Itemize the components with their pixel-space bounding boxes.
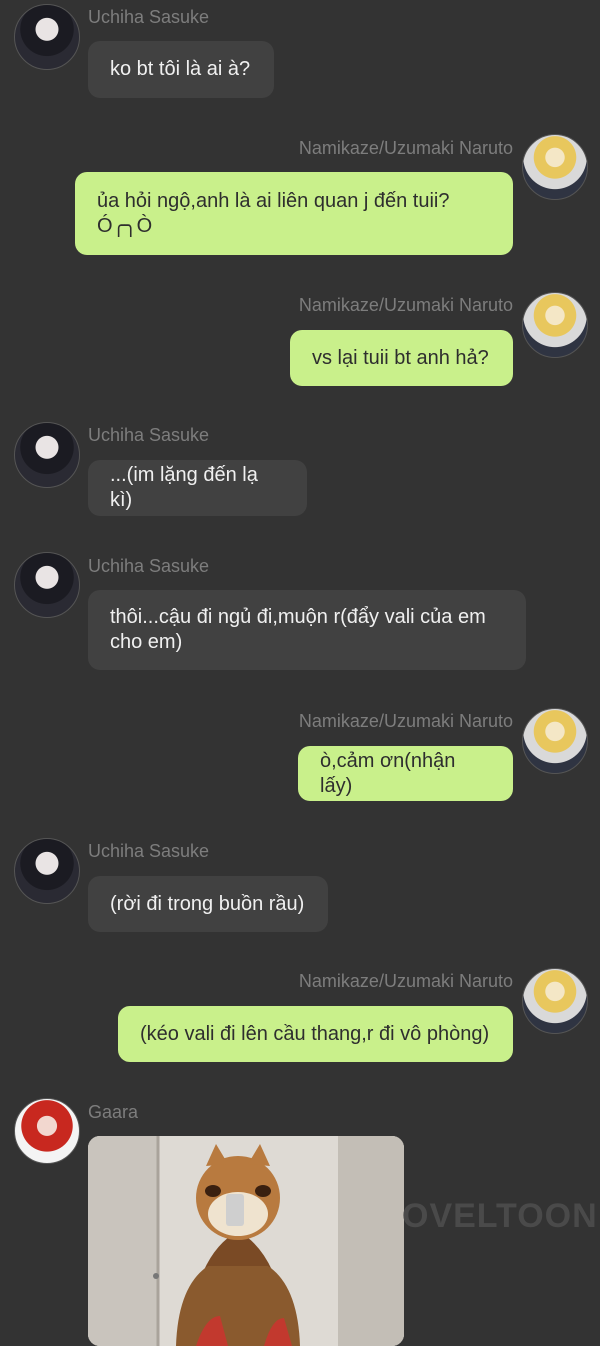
message-bubble[interactable]: (kéo vali đi lên cầu thang,r đi vô phòng… — [118, 1006, 513, 1062]
sender-name: Uchiha Sasuke — [88, 7, 210, 27]
message-bubble[interactable]: (rời đi trong buồn rầu) — [88, 876, 328, 932]
avatar-sasuke[interactable] — [14, 838, 80, 904]
sender-name: Uchiha Sasuke — [88, 556, 210, 576]
watermark: OVELTOON — [402, 1197, 598, 1235]
message-text: ko bt tôi là ai à? — [110, 58, 251, 80]
message-bubble[interactable]: ò,cảm ơn(nhận lấy) — [298, 746, 513, 801]
sender-name: Uchiha Sasuke — [88, 841, 210, 861]
avatar-sasuke[interactable] — [14, 552, 80, 618]
photo-image — [88, 1136, 404, 1346]
message-text: (rời đi trong buồn rầu) — [110, 892, 305, 915]
message-text: (kéo vali đi lên cầu thang,r đi vô phòng… — [140, 1022, 490, 1045]
avatar-sasuke[interactable] — [14, 422, 80, 488]
avatar-sasuke[interactable] — [14, 4, 80, 70]
message-bubble[interactable]: ...(im lặng đến lạ kì) — [88, 460, 307, 516]
sender-name: Gaara — [88, 1102, 139, 1122]
avatar-naruto[interactable] — [522, 708, 588, 774]
avatar-naruto[interactable] — [522, 968, 588, 1034]
message-bubble[interactable]: vs lại tuii bt anh hả? — [290, 330, 513, 386]
message-text: ...(im lặng đến lạ kì) — [110, 464, 258, 511]
message-bubble[interactable]: ko bt tôi là ai à? — [88, 41, 274, 98]
message-text: ò,cảm ơn(nhận lấy) — [320, 749, 456, 797]
image-message[interactable] — [88, 1136, 404, 1346]
message-text: thôi...cậu đi ngủ đi,muộn r(đẩy vali của… — [110, 606, 486, 653]
avatar-naruto[interactable] — [522, 134, 588, 200]
sender-name: Namikaze/Uzumaki Naruto — [298, 138, 513, 158]
message-bubble[interactable]: thôi...cậu đi ngủ đi,muộn r(đẩy vali của… — [88, 590, 526, 670]
sender-name: Namikaze/Uzumaki Naruto — [298, 295, 513, 315]
sender-name: Uchiha Sasuke — [88, 425, 210, 445]
message-text: vs lại tuii bt anh hả? — [312, 346, 489, 369]
message-bubble[interactable]: ủa hỏi ngộ,anh là ai liên quan j đến tui… — [75, 172, 513, 255]
sender-name: Namikaze/Uzumaki Naruto — [298, 971, 513, 991]
avatar-gaara[interactable] — [14, 1098, 80, 1164]
sender-name: Namikaze/Uzumaki Naruto — [298, 711, 513, 731]
message-text: ủa hỏi ngộ,anh là ai liên quan j đến tui… — [97, 189, 450, 237]
avatar-naruto[interactable] — [522, 292, 588, 358]
